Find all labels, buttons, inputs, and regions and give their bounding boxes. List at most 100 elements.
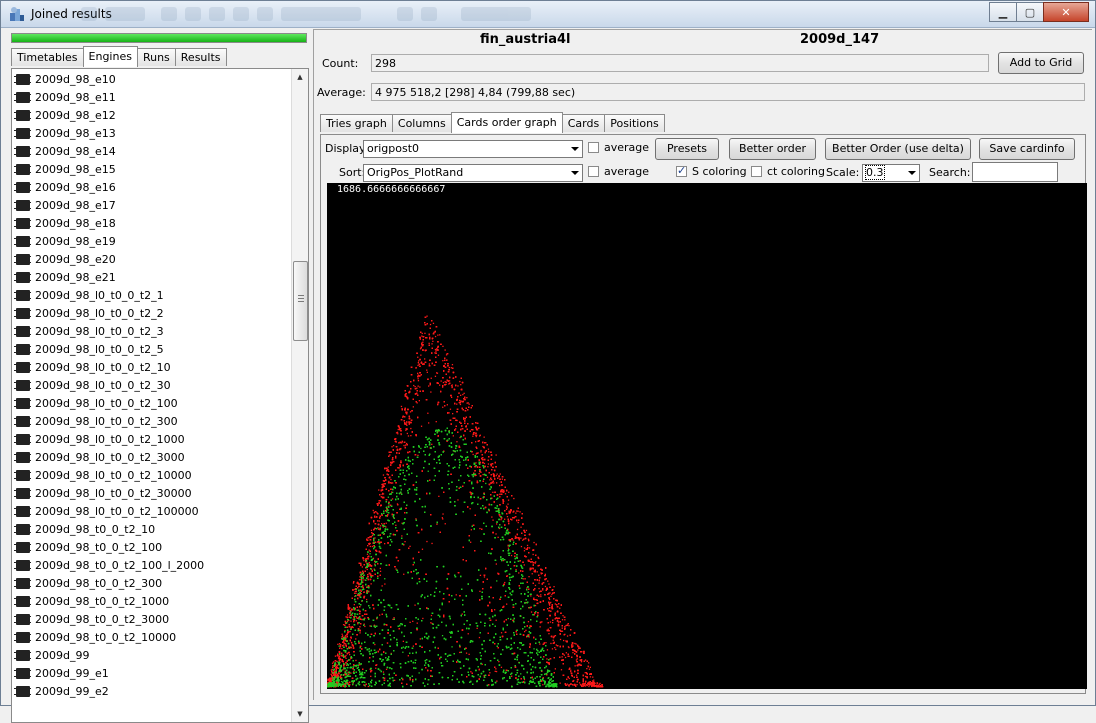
minimize-button[interactable]: ▁	[989, 2, 1017, 22]
tab-cards[interactable]: Cards	[562, 114, 605, 132]
tab-tries-graph[interactable]: Tries graph	[320, 114, 393, 132]
tab-columns[interactable]: Columns	[392, 114, 452, 132]
engine-chip-icon	[16, 650, 30, 661]
sort-select[interactable]: OrigPos_PlotRand	[363, 164, 583, 182]
list-item[interactable]: 2009d_98_l0_t0_0_t2_1000	[16, 430, 286, 448]
list-item-label: 2009d_98_t0_0_t2_1000	[35, 595, 169, 608]
list-item-label: 2009d_98_l0_t0_0_t2_10000	[35, 469, 192, 482]
list-item[interactable]: 2009d_98_e12	[16, 106, 286, 124]
list-item[interactable]: 2009d_98_t0_0_t2_10	[16, 520, 286, 538]
list-item[interactable]: 2009d_98_e19	[16, 232, 286, 250]
save-cardinfo-button[interactable]: Save cardinfo	[979, 138, 1075, 160]
minimize-icon: ▁	[999, 6, 1007, 19]
cards-order-plot[interactable]: 1686.6666666666667	[327, 183, 1087, 689]
average-checkbox-1[interactable]: average	[588, 141, 649, 154]
list-item-label: 2009d_98_e17	[35, 199, 116, 212]
list-item[interactable]: 2009d_98_l0_t0_0_t2_30000	[16, 484, 286, 502]
scale-label: Scale:	[826, 166, 859, 179]
better-order-delta-button[interactable]: Better Order (use delta)	[825, 138, 971, 160]
list-item[interactable]: 2009d_98_l0_t0_0_t2_10	[16, 358, 286, 376]
scroll-thumb[interactable]	[293, 261, 308, 341]
list-item[interactable]: 2009d_98_t0_0_t2_1000	[16, 592, 286, 610]
list-item[interactable]: 2009d_99	[16, 646, 286, 664]
add-to-grid-button[interactable]: Add to Grid	[998, 52, 1084, 74]
engine-chip-icon	[16, 542, 30, 553]
checkbox-icon	[676, 166, 687, 177]
tab-runs[interactable]: Runs	[137, 48, 176, 66]
search-input[interactable]	[972, 162, 1058, 182]
list-item-label: 2009d_98_e20	[35, 253, 116, 266]
list-item[interactable]: 2009d_98_l0_t0_0_t2_100	[16, 394, 286, 412]
list-item-label: 2009d_98_t0_0_t2_100_l_2000	[35, 559, 204, 572]
scroll-down-icon[interactable]: ▼	[292, 706, 308, 722]
engines-list[interactable]: 2009d_98_e102009d_98_e112009d_98_e12 2009…	[11, 68, 309, 723]
engine-chip-icon	[16, 110, 30, 121]
list-item-label: 2009d_98_t0_0_t2_100	[35, 541, 162, 554]
list-item[interactable]: 2009d_98_t0_0_t2_10000	[16, 628, 286, 646]
title-bar[interactable]: Joined results ▁ ▢ ✕	[1, 1, 1095, 28]
better-order-button[interactable]: Better order	[729, 138, 816, 160]
list-item[interactable]: 2009d_98_e11	[16, 88, 286, 106]
tab-positions[interactable]: Positions	[604, 114, 665, 132]
list-item[interactable]: 2009d_98_e20	[16, 250, 286, 268]
list-item[interactable]: 2009d_98_t0_0_t2_100	[16, 538, 286, 556]
tab-engines[interactable]: Engines	[83, 46, 138, 67]
engine-chip-icon	[16, 74, 30, 85]
display-label: Display:	[325, 142, 368, 155]
list-item-label: 2009d_98_l0_t0_0_t2_100000	[35, 505, 199, 518]
app-icon	[9, 6, 25, 22]
engine-chip-icon	[16, 488, 30, 499]
count-field[interactable]: 298	[371, 54, 989, 72]
list-scrollbar[interactable]: ▲ ▼	[291, 69, 308, 722]
progress-bar	[11, 33, 307, 43]
list-item[interactable]: 2009d_98_t0_0_t2_100_l_2000	[16, 556, 286, 574]
scale-select[interactable]: 0.3	[862, 164, 920, 182]
maximize-button[interactable]: ▢	[1016, 2, 1044, 22]
list-item-label: 2009d_98_e13	[35, 127, 116, 140]
checkbox-icon	[588, 166, 599, 177]
plot-canvas	[327, 183, 1087, 689]
list-item[interactable]: 2009d_98_l0_t0_0_t2_300	[16, 412, 286, 430]
grip-icon	[298, 295, 304, 304]
list-item[interactable]: 2009d_98_t0_0_t2_300	[16, 574, 286, 592]
list-item-label: 2009d_98_t0_0_t2_10000	[35, 631, 176, 644]
list-item[interactable]: 2009d_98_l0_t0_0_t2_3	[16, 322, 286, 340]
list-item[interactable]: 2009d_98_e17	[16, 196, 286, 214]
tab-results[interactable]: Results	[175, 48, 227, 66]
list-item[interactable]: 2009d_98_l0_t0_0_t2_100000	[16, 502, 286, 520]
list-item[interactable]: 2009d_99_e1	[16, 664, 286, 682]
list-item[interactable]: 2009d_98_e14	[16, 142, 286, 160]
list-item[interactable]: 2009d_98_e10	[16, 70, 286, 88]
sort-select-value: OrigPos_PlotRand	[367, 166, 463, 179]
list-item[interactable]: 2009d_98_t0_0_t2_3000	[16, 610, 286, 628]
list-item[interactable]: 2009d_98_e13	[16, 124, 286, 142]
list-item[interactable]: 2009d_98_e16	[16, 178, 286, 196]
list-item[interactable]: 2009d_98_l0_t0_0_t2_3000	[16, 448, 286, 466]
list-item[interactable]: 2009d_98_l0_t0_0_t2_1	[16, 286, 286, 304]
average-label: Average:	[317, 86, 366, 99]
display-select[interactable]: origpost0	[363, 140, 583, 158]
list-item-label: 2009d_99_e2	[35, 685, 109, 698]
sort-label: Sort:	[339, 166, 365, 179]
tab-cards-order-graph[interactable]: Cards order graph	[451, 112, 563, 133]
list-item[interactable]: 2009d_98_l0_t0_0_t2_30	[16, 376, 286, 394]
list-item[interactable]: 2009d_98_e21	[16, 268, 286, 286]
list-item[interactable]: 2009d_98_e15	[16, 160, 286, 178]
average-checkbox-1-label: average	[604, 141, 649, 154]
list-item[interactable]: 2009d_98_e18	[16, 214, 286, 232]
close-button[interactable]: ✕	[1043, 2, 1089, 22]
scroll-up-icon[interactable]: ▲	[292, 69, 308, 85]
list-item[interactable]: 2009d_98_l0_t0_0_t2_5	[16, 340, 286, 358]
list-item[interactable]: 2009d_98_l0_t0_0_t2_10000	[16, 466, 286, 484]
presets-button[interactable]: Presets	[655, 138, 719, 160]
s-coloring-checkbox[interactable]: S coloring	[676, 165, 747, 178]
engine-chip-icon	[16, 146, 30, 157]
tab-timetables[interactable]: Timetables	[11, 48, 84, 66]
average-checkbox-2[interactable]: average	[588, 165, 649, 178]
average-field[interactable]: 4 975 518,2 [298] 4,84 (799,88 sec)	[371, 83, 1085, 101]
ct-coloring-checkbox[interactable]: ct coloring	[751, 165, 825, 178]
list-item[interactable]: 2009d_98_l0_t0_0_t2_2	[16, 304, 286, 322]
list-item[interactable]: 2009d_99_e2	[16, 682, 286, 700]
list-item-label: 2009d_98_l0_t0_0_t2_30	[35, 379, 171, 392]
engine-chip-icon	[16, 434, 30, 445]
